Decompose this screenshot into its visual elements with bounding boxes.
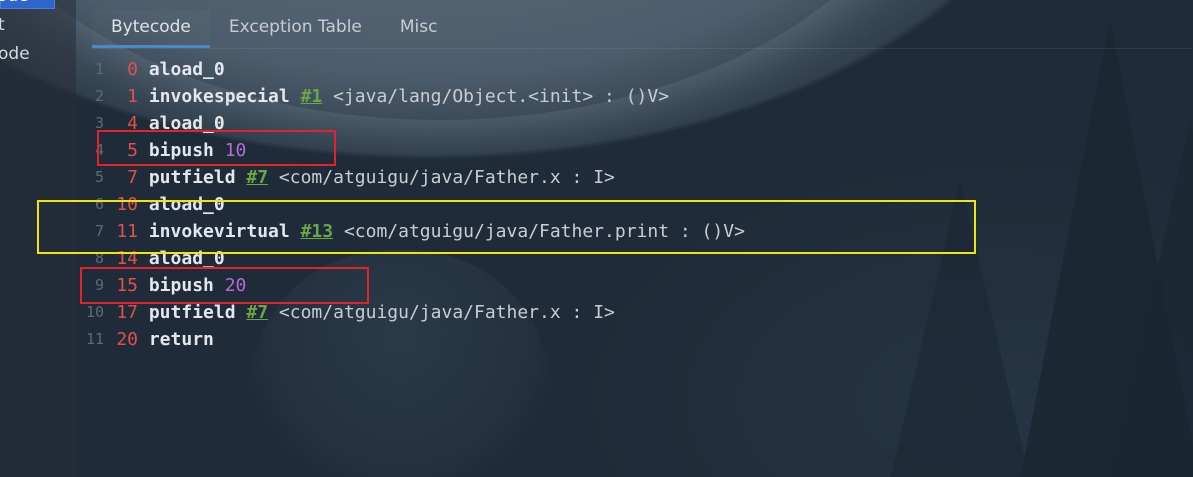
- constant-pool-ref-link[interactable]: #7: [246, 167, 268, 188]
- member-comment: <com/atguigu/java/Father.x : I>: [278, 167, 615, 188]
- red-highlight-box: [80, 267, 369, 304]
- line-number: 11: [85, 330, 104, 348]
- tab-misc[interactable]: Misc: [381, 10, 457, 48]
- constant-pool-ref-link[interactable]: #1: [301, 86, 323, 107]
- opcode: invokespecial: [148, 86, 290, 107]
- opcode: return: [148, 329, 214, 350]
- bytecode-offset: 1: [127, 86, 138, 107]
- opcode: putfield: [148, 302, 236, 323]
- line-number: 1: [94, 60, 104, 78]
- member-comment: <java/lang/Object.<init> : ()V>: [333, 86, 670, 107]
- yellow-highlight-box: [37, 200, 976, 254]
- line-number: 2: [94, 87, 104, 105]
- constant-pool-ref-link[interactable]: #7: [246, 302, 268, 323]
- member-comment: <com/atguigu/java/Father.x : I>: [278, 302, 615, 323]
- bytecode-offset: 7: [127, 167, 138, 188]
- tab-bar: Bytecode Exception Table Misc: [92, 10, 457, 48]
- tab-exception-table[interactable]: Exception Table: [210, 10, 381, 48]
- opcode: putfield: [148, 167, 236, 188]
- tab-bytecode[interactable]: Bytecode: [92, 10, 210, 48]
- sidebar-selected-label: ode: [0, 0, 29, 6]
- line-number: 5: [94, 168, 104, 186]
- red-highlight-box: [97, 130, 336, 166]
- bytecode-offset: 20: [116, 329, 138, 350]
- sidebar-item[interactable]: ode: [0, 44, 30, 64]
- sidebar-selected-item[interactable]: ode: [0, 0, 55, 9]
- sidebar-item[interactable]: t: [0, 15, 5, 35]
- bytecode-offset: 0: [127, 59, 138, 80]
- opcode: aload_0: [148, 59, 225, 80]
